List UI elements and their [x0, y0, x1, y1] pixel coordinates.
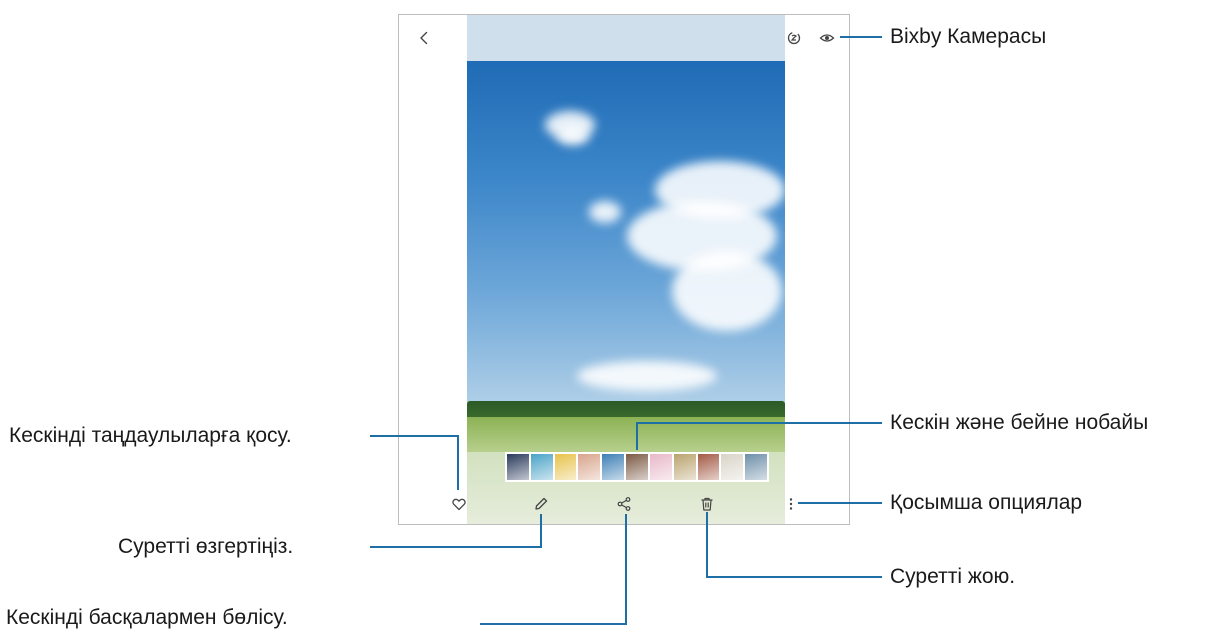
more-options-button[interactable]	[779, 492, 803, 516]
view-button[interactable]	[815, 26, 839, 50]
cloud	[557, 127, 589, 145]
callout-edit-image: Суретті өзгертіңіз.	[118, 535, 294, 558]
thumbnail[interactable]	[578, 454, 601, 480]
thumbnail[interactable]	[602, 454, 625, 480]
photo-top-band	[467, 15, 785, 61]
chevron-left-icon	[420, 31, 428, 45]
share-icon	[617, 497, 631, 511]
callout-line-share	[480, 514, 627, 625]
rice-field	[467, 417, 785, 452]
back-button[interactable]	[412, 26, 436, 50]
cloud	[589, 201, 621, 223]
callout-add-to-favorites: Кескінді таңдаулыларға қосу.	[9, 424, 292, 447]
cloud	[577, 361, 717, 391]
eye-icon	[819, 34, 835, 42]
callout-thumbnails: Кескін және бейне нобайы	[890, 411, 1149, 434]
delete-button[interactable]	[695, 492, 719, 516]
thumbnail[interactable]	[697, 454, 720, 480]
thumbnail[interactable]	[507, 454, 529, 480]
callout-delete-image: Суретті жою.	[890, 565, 1016, 588]
favorite-button[interactable]	[447, 492, 471, 516]
thumbnail[interactable]	[554, 454, 577, 480]
thumbnail[interactable]	[745, 454, 767, 480]
bixby-vision-button[interactable]	[782, 26, 806, 50]
heart-icon	[452, 498, 466, 511]
edit-button[interactable]	[529, 492, 553, 516]
gallery-photo[interactable]	[467, 61, 785, 452]
thumbnail[interactable]	[530, 454, 553, 480]
trash-icon	[701, 497, 713, 511]
thumbnail[interactable]	[626, 454, 648, 480]
share-button[interactable]	[612, 492, 636, 516]
pencil-icon	[535, 497, 548, 510]
thumbnail-filmstrip[interactable]	[505, 452, 769, 482]
thumbnail[interactable]	[649, 454, 672, 480]
cloud	[672, 251, 782, 331]
callout-more-options: Қосымша опциялар	[890, 491, 1083, 514]
callout-share-image: Кескінді басқалармен бөлісу.	[6, 606, 288, 629]
thumbnail[interactable]	[673, 454, 696, 480]
bixby-vision-icon	[787, 31, 801, 45]
thumbnail[interactable]	[721, 454, 744, 480]
callout-bixby-camera: Bixby Камерасы	[890, 25, 1047, 48]
more-vertical-icon	[789, 498, 793, 510]
